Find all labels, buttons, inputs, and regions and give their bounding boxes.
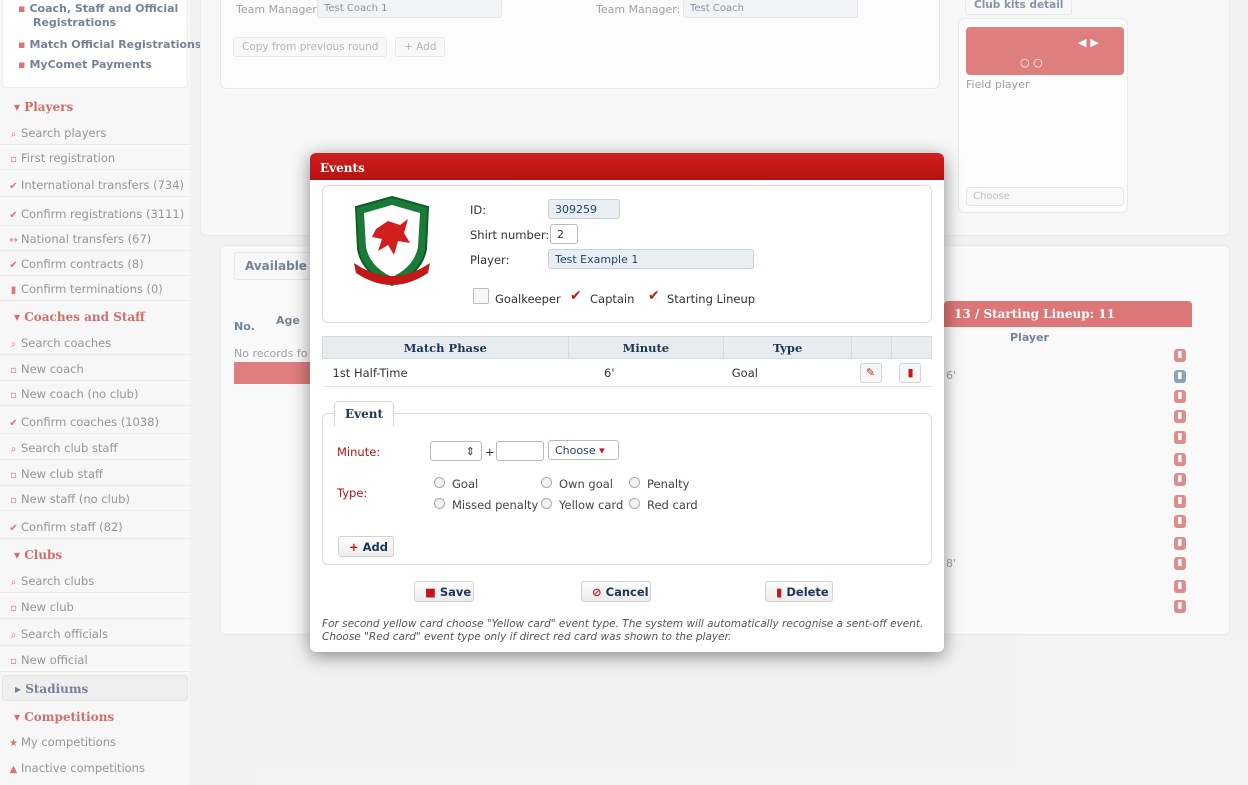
starting-lineup-check-icon[interactable]: ✔: [648, 288, 660, 304]
col-edit: [851, 336, 892, 359]
table-row: 1st Half-Time 6' Goal ✎ ▮: [322, 358, 932, 387]
captain-check-icon[interactable]: ✔: [570, 288, 582, 304]
captain-label: Captain: [590, 292, 635, 306]
type-radio-yellow-card[interactable]: [541, 498, 552, 509]
delete-button[interactable]: ▮ Delete: [765, 581, 833, 602]
type-missed-penalty-label: Missed penalty: [452, 498, 539, 512]
id-field: 309259: [548, 199, 620, 219]
plus-sign: +: [485, 445, 495, 459]
app: ▪ Coach, Staff and Official Registrations…: [0, 0, 1248, 785]
club-crest-logo: [354, 195, 430, 287]
yellow-card-note: For second yellow card choose "Yellow ca…: [322, 618, 924, 643]
col-match-phase: Match Phase: [322, 336, 569, 359]
type-radio-goal[interactable]: [434, 477, 445, 488]
shirt-number-field[interactable]: 2: [550, 224, 578, 244]
col-minute: Minute: [567, 336, 725, 359]
col-type: Type: [723, 336, 853, 359]
phase-choose-select[interactable]: Choose ▾: [548, 440, 619, 460]
player-label: Player:: [470, 253, 510, 267]
row-type: Goal: [723, 358, 852, 387]
shirt-number-label: Shirt number:: [470, 228, 550, 242]
type-yellow-card-label: Yellow card: [559, 498, 624, 512]
id-label: ID:: [470, 203, 487, 217]
save-button[interactable]: ■ Save: [414, 581, 474, 602]
type-goal-label: Goal: [452, 477, 479, 491]
type-label: Type:: [337, 486, 368, 500]
plus-icon: +: [349, 540, 359, 554]
event-form-box: [322, 413, 932, 565]
edit-pencil-icon[interactable]: ✎: [859, 362, 882, 383]
events-dialog: Events ID: 309259 Shirt number: 2 Player…: [310, 153, 944, 652]
cancel-button[interactable]: ⊘ Cancel: [581, 581, 651, 602]
cancel-icon: ⊘: [592, 585, 602, 599]
starting-lineup-label: Starting Lineup: [667, 292, 756, 306]
col-delete: [890, 336, 933, 359]
type-radio-own-goal[interactable]: [541, 477, 552, 488]
minute-stepper[interactable]: ⇕: [430, 441, 482, 461]
type-radio-penalty[interactable]: [629, 477, 640, 488]
extra-minute-input[interactable]: [496, 441, 544, 461]
row-minute: 6': [568, 358, 724, 387]
chevron-down-icon: ▾: [599, 444, 605, 457]
player-field: Test Example 1: [548, 249, 754, 269]
minute-label: Minute:: [337, 445, 381, 459]
row-phase: 1st Half-Time: [322, 358, 569, 387]
event-tab[interactable]: Event: [334, 401, 395, 426]
type-penalty-label: Penalty: [647, 477, 690, 491]
type-red-card-label: Red card: [647, 498, 698, 512]
trash-icon[interactable]: ▮: [899, 362, 922, 383]
add-event-button[interactable]: + Add: [338, 536, 394, 557]
table-header-row: Match Phase Minute Type: [322, 336, 933, 359]
stepper-icon[interactable]: ⇕: [466, 445, 475, 458]
goalkeeper-label: Goalkeeper: [495, 292, 561, 306]
trash-icon: ▮: [776, 585, 783, 599]
goalkeeper-checkbox[interactable]: [473, 288, 489, 304]
row-delete-cell: ▮: [891, 358, 932, 387]
dialog-title: Events: [310, 153, 944, 180]
row-edit-cell: ✎: [851, 358, 892, 387]
events-table: Match Phase Minute Type 1st Half-Time 6'…: [322, 336, 933, 387]
save-icon: ■: [425, 585, 436, 599]
type-own-goal-label: Own goal: [559, 477, 613, 491]
type-radio-missed-penalty[interactable]: [434, 498, 445, 509]
type-radio-red-card[interactable]: [629, 498, 640, 509]
